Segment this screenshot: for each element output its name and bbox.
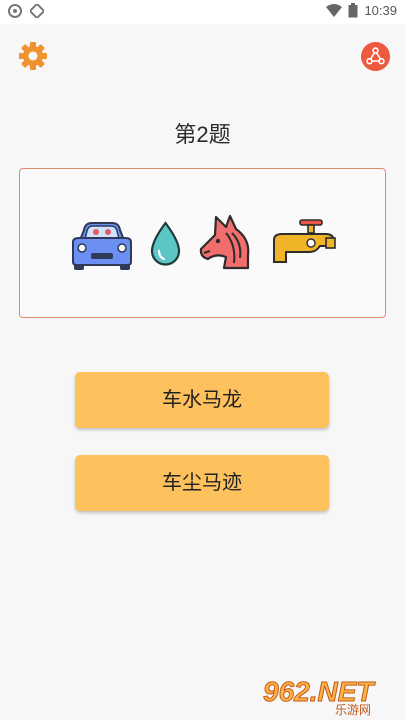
- water-drop-emoji: [150, 221, 181, 266]
- watermark-subtitle: 乐游网: [335, 703, 371, 716]
- wifi-icon: [326, 3, 343, 17]
- status-notifications: [8, 4, 44, 18]
- horse-emoji: [199, 214, 250, 270]
- status-time: 10:39: [364, 3, 397, 18]
- watermark-logo: 962.NET 乐游网: [263, 676, 377, 717]
- car-emoji: [72, 222, 132, 270]
- faucet-emoji: [273, 219, 336, 263]
- answer-option-2[interactable]: 车尘马迹: [75, 455, 329, 511]
- status-bar: 10:39: [0, 0, 405, 24]
- gear-icon[interactable]: [18, 41, 48, 71]
- share-icon[interactable]: [361, 42, 390, 71]
- emoji-puzzle-box: [19, 168, 386, 318]
- notification-icon: [30, 4, 44, 18]
- battery-icon: [348, 3, 358, 18]
- notification-icon: [8, 4, 22, 18]
- question-title: 第2题: [174, 122, 231, 147]
- answer-option-1[interactable]: 车水马龙: [75, 372, 329, 428]
